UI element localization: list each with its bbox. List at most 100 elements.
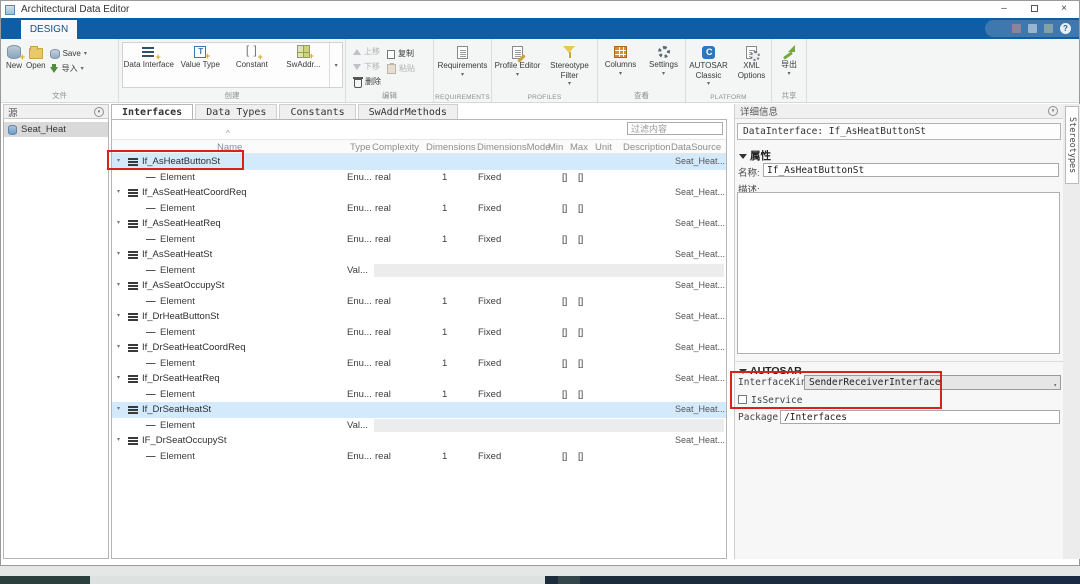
tab-swaddrmethods[interactable]: SwAddrMethods bbox=[358, 104, 458, 119]
paste-button[interactable]: 粘贴 bbox=[387, 61, 415, 76]
profile-editor-button[interactable]: Profile Editor ▾ bbox=[495, 42, 541, 87]
column-header-unit[interactable]: Unit bbox=[595, 140, 612, 155]
interface-kind-dropdown[interactable]: SenderReceiverInterface ▾ bbox=[804, 375, 1061, 390]
name-field[interactable] bbox=[763, 163, 1059, 177]
table-row-element[interactable]: —ElementEnu...real1Fixed[][] bbox=[112, 449, 726, 465]
column-header-name[interactable]: Name bbox=[217, 140, 242, 155]
columns-button[interactable]: Columns ▾ bbox=[602, 42, 640, 77]
is-service-checkbox[interactable] bbox=[738, 395, 747, 404]
data-interface-button[interactable]: + Data Interface bbox=[123, 43, 175, 87]
table-row-interface[interactable]: ▾If_AsHeatButtonStSeat_Heat... bbox=[112, 154, 726, 170]
sw-addr-method-button[interactable]: + SwAddr... bbox=[278, 43, 330, 87]
tab-constants[interactable]: Constants bbox=[279, 104, 355, 119]
settings-button[interactable]: Settings ▾ bbox=[646, 42, 682, 77]
table-row-element[interactable]: —ElementVal... bbox=[112, 263, 726, 279]
chevron-down-icon[interactable]: ▾ bbox=[117, 433, 120, 449]
chevron-down-icon[interactable]: ▾ bbox=[117, 185, 120, 201]
tab-stereotypes[interactable]: Stereotypes bbox=[1065, 106, 1079, 184]
table-row-interface[interactable]: ▾If_AsSeatOccupyStSeat_Heat... bbox=[112, 278, 726, 294]
create-gallery-dropdown[interactable]: ▾ bbox=[329, 43, 342, 87]
cell-dimensions: 1 bbox=[442, 387, 447, 403]
requirements-button[interactable]: Requirements ▾ bbox=[434, 42, 491, 78]
chevron-down-icon: ▾ bbox=[568, 81, 571, 87]
chevron-down-icon[interactable]: ▾ bbox=[117, 309, 120, 325]
filter-input[interactable] bbox=[627, 122, 723, 135]
table-row-interface[interactable]: ▾If_DrHeatButtonStSeat_Heat... bbox=[112, 309, 726, 325]
table-row-element[interactable]: —ElementEnu...real1Fixed[][] bbox=[112, 232, 726, 248]
table-row-element[interactable]: —ElementEnu...real1Fixed[][] bbox=[112, 356, 726, 372]
interface-icon bbox=[128, 158, 138, 160]
sort-ascending-icon[interactable]: ^ bbox=[226, 129, 230, 138]
xml-options-button[interactable]: XML Options bbox=[734, 42, 770, 87]
taskbar-app-icon[interactable] bbox=[558, 576, 580, 584]
table-row-interface[interactable]: ▾If_DrSeatHeatCoordReqSeat_Heat... bbox=[112, 340, 726, 356]
copy-button[interactable]: 复制 bbox=[387, 46, 415, 61]
delete-button[interactable]: 删除 bbox=[353, 74, 381, 89]
new-button[interactable]: + New bbox=[6, 42, 22, 76]
chevron-down-icon[interactable]: ▾ bbox=[117, 154, 120, 170]
collapse-details-icon[interactable]: ▾ bbox=[1048, 106, 1058, 116]
quick-action-icon-2[interactable] bbox=[1044, 24, 1053, 33]
table-row-element[interactable]: —ElementEnu...real1Fixed[][] bbox=[112, 387, 726, 403]
gear-icon bbox=[658, 46, 670, 58]
copy-screenshot-icon[interactable] bbox=[1028, 24, 1037, 33]
table-row-interface[interactable]: ▾If_AsSeatHeatStSeat_Heat... bbox=[112, 247, 726, 263]
constant-button[interactable]: + Constant bbox=[226, 43, 278, 87]
table-row-element[interactable]: —ElementVal... bbox=[112, 418, 726, 434]
cell-min: [] bbox=[562, 387, 567, 403]
import-button[interactable]: 导入 ▾ bbox=[50, 61, 87, 76]
column-header-description[interactable]: Description bbox=[623, 140, 671, 155]
collapse-panel-icon[interactable]: ▾ bbox=[94, 107, 104, 117]
move-down-button[interactable]: 下移 bbox=[353, 59, 381, 74]
tab-design[interactable]: DESIGN bbox=[21, 20, 77, 39]
chevron-down-icon[interactable]: ▾ bbox=[117, 278, 120, 294]
table-row-element[interactable]: —ElementEnu...real1Fixed[][] bbox=[112, 170, 726, 186]
description-field[interactable] bbox=[737, 192, 1060, 354]
quick-action-icon-1[interactable] bbox=[1012, 24, 1021, 33]
save-button[interactable]: Save ▾ bbox=[50, 46, 87, 61]
export-button[interactable]: 导出 ▾ bbox=[772, 42, 806, 77]
package-field[interactable] bbox=[780, 410, 1060, 424]
autosar-classic-button[interactable]: AUTOSAR Classic ▾ bbox=[688, 42, 730, 87]
minimize-button[interactable]: – bbox=[989, 1, 1019, 18]
maximize-button[interactable] bbox=[1019, 1, 1049, 18]
table-row-element[interactable]: —ElementEnu...real1Fixed[][] bbox=[112, 294, 726, 310]
import-dropdown-icon[interactable]: ▾ bbox=[81, 66, 84, 72]
element-dash-icon: — bbox=[146, 449, 156, 465]
chevron-down-icon[interactable]: ▾ bbox=[117, 371, 120, 387]
table-row-interface[interactable]: ▾If_AsSeatHeatReqSeat_Heat... bbox=[112, 216, 726, 232]
help-icon[interactable]: ? bbox=[1060, 23, 1071, 34]
data-interface-icon: + bbox=[142, 45, 156, 58]
chevron-down-icon[interactable]: ▾ bbox=[117, 247, 120, 263]
cell-complexity: real bbox=[375, 325, 391, 341]
paste-label: 粘贴 bbox=[399, 63, 415, 74]
value-type-button[interactable]: + Value Type bbox=[175, 43, 227, 87]
chevron-down-icon[interactable]: ▾ bbox=[117, 216, 120, 232]
close-button[interactable]: × bbox=[1049, 1, 1079, 18]
column-header-max[interactable]: Max bbox=[570, 140, 588, 155]
stereotype-filter-button[interactable]: Stereotype Filter ▾ bbox=[545, 42, 595, 87]
table-row-element[interactable]: —ElementEnu...real1Fixed[][] bbox=[112, 325, 726, 341]
save-dropdown-icon[interactable]: ▾ bbox=[84, 51, 87, 57]
tab-interfaces[interactable]: Interfaces bbox=[111, 104, 193, 119]
column-header-complexity[interactable]: Complexity bbox=[372, 140, 419, 155]
column-header-min[interactable]: Min bbox=[548, 140, 563, 155]
is-service-label: IsService bbox=[751, 395, 802, 406]
table-row-interface[interactable]: ▾If_DrSeatHeatStSeat_Heat... bbox=[112, 402, 726, 418]
column-header-dimensions[interactable]: Dimensions bbox=[426, 140, 476, 155]
chevron-down-icon[interactable]: ▾ bbox=[117, 340, 120, 356]
tab-data-types[interactable]: Data Types bbox=[195, 104, 277, 119]
table-row-interface[interactable]: ▾IF_DrSeatOccupyStSeat_Heat... bbox=[112, 433, 726, 449]
chevron-down-icon[interactable]: ▾ bbox=[117, 402, 120, 418]
column-header-dimensionsmode[interactable]: DimensionsMode bbox=[477, 140, 550, 155]
constant-label: Constant bbox=[236, 60, 268, 70]
column-header-datasource[interactable]: DataSource bbox=[671, 140, 721, 155]
move-up-button[interactable]: 上移 bbox=[353, 44, 381, 59]
tree-item-seat-heat[interactable]: Seat_Heat bbox=[4, 122, 108, 137]
table-row-interface[interactable]: ▾If_DrSeatHeatReqSeat_Heat... bbox=[112, 371, 726, 387]
column-header-type[interactable]: Type bbox=[350, 140, 371, 155]
table-row-element[interactable]: —ElementEnu...real1Fixed[][] bbox=[112, 201, 726, 217]
table-row-interface[interactable]: ▾If_AsSeatHeatCoordReqSeat_Heat... bbox=[112, 185, 726, 201]
open-button[interactable]: Open bbox=[26, 42, 46, 76]
properties-section-header[interactable]: 属性 bbox=[735, 148, 1063, 163]
